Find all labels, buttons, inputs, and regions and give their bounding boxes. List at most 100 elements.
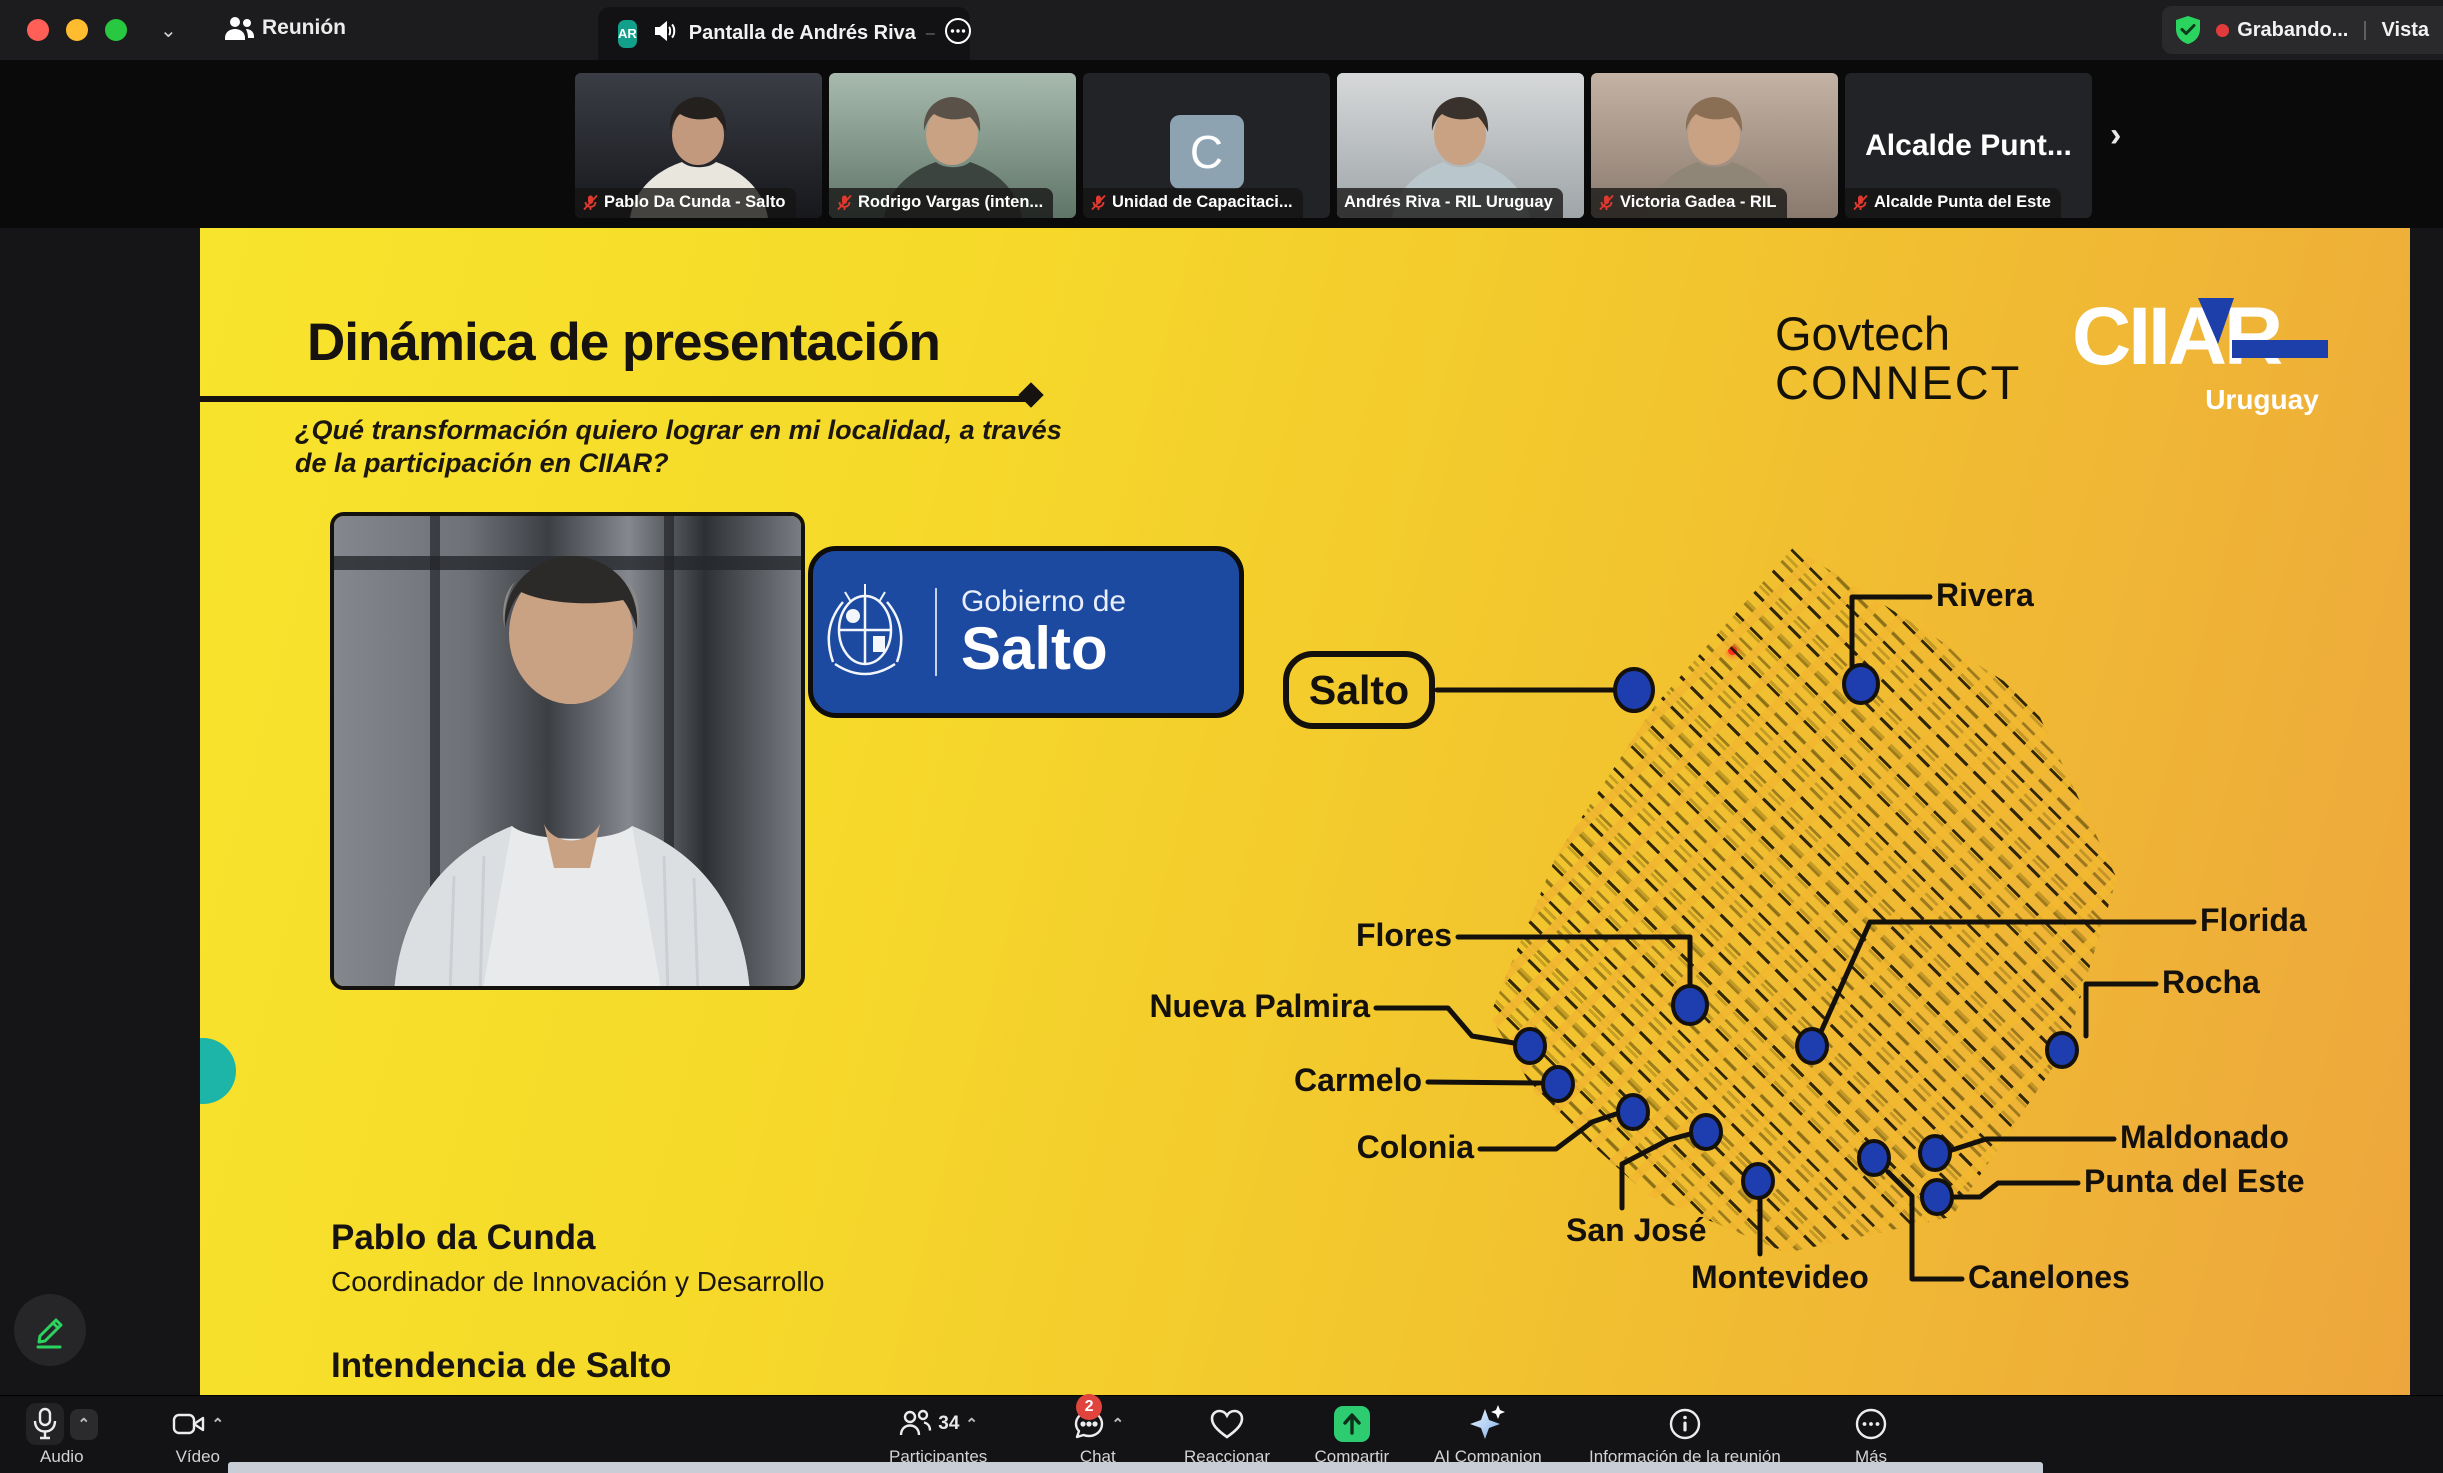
toolbar-label: Vídeo xyxy=(176,1447,220,1467)
mic-icon xyxy=(32,1407,58,1441)
toolbar-ai-companion-button[interactable]: AI Companion xyxy=(1434,1402,1542,1467)
window-zoom-button[interactable] xyxy=(105,19,127,41)
mic-off-icon xyxy=(1090,194,1107,211)
title-underline xyxy=(200,396,1032,402)
view-menu[interactable]: Vista xyxy=(2382,19,2429,42)
pencil-icon xyxy=(30,1310,70,1350)
toolbar-audio-button[interactable]: ⌃ Audio xyxy=(26,1402,99,1467)
govtech-connect-logo: Govtech CONNECT xyxy=(1775,310,2021,408)
city-label-flores: Flores xyxy=(1356,917,1452,954)
menu-bar-right: Grabando... | Vista xyxy=(2162,6,2443,54)
city-label-punta-del-este: Punta del Este xyxy=(2084,1163,2305,1200)
participant-name: Rodrigo Vargas (inten... xyxy=(858,193,1043,212)
participant-name: Victoria Gadea - RIL xyxy=(1620,193,1777,212)
city-label-montevideo: Montevideo xyxy=(1691,1259,1869,1296)
toolbar-meeting-info-button[interactable]: Información de la reunión xyxy=(1589,1402,1781,1467)
participant-filmstrip: Pablo Da Cunda - Salto Rodrigo Vargas (i… xyxy=(0,60,2443,228)
tab-more-icon[interactable] xyxy=(943,16,973,51)
participant-name: Andrés Riva - RIL Uruguay xyxy=(1344,193,1553,212)
participant-name: Alcalde Punta del Este xyxy=(1874,193,2051,212)
participants-count: 34 xyxy=(938,1413,959,1435)
ciiar-blue-wedge xyxy=(2198,298,2234,344)
chevron-down-icon[interactable]: ⌄ xyxy=(160,18,177,43)
ciiar-uruguay-label: Uruguay xyxy=(2122,384,2402,416)
tab-separator: – xyxy=(926,25,935,43)
participant-name-tag: Victoria Gadea - RIL xyxy=(1591,188,1787,218)
recording-status[interactable]: Grabando... xyxy=(2237,19,2348,42)
chevron-up-icon[interactable]: ⌃ xyxy=(1112,1415,1125,1433)
uruguay-circuit-map xyxy=(1470,540,2130,1260)
window-minimize-button[interactable] xyxy=(66,19,88,41)
avatar-letter: C xyxy=(1170,115,1244,189)
background-window-edge xyxy=(228,1462,2043,1473)
annotate-button[interactable] xyxy=(14,1294,86,1366)
sparkle-icon xyxy=(1468,1403,1508,1445)
screen-share-tab-title: Pantalla de Andrés Riva xyxy=(689,22,916,45)
city-label-nueva-palmira: Nueva Palmira xyxy=(1149,988,1370,1025)
participant-name: Pablo Da Cunda - Salto xyxy=(604,193,786,212)
participant-tiles: Pablo Da Cunda - Salto Rodrigo Vargas (i… xyxy=(575,73,2092,218)
toolbar-label: Audio xyxy=(40,1447,83,1467)
filmstrip-next-button[interactable]: › xyxy=(2104,115,2127,156)
security-shield-icon[interactable] xyxy=(2174,15,2202,45)
toolbar-share-button[interactable]: Compartir xyxy=(1315,1402,1390,1467)
city-label-carmelo: Carmelo xyxy=(1294,1062,1422,1099)
participants-icon xyxy=(898,1408,932,1440)
city-label-canelones: Canelones xyxy=(1968,1259,2130,1296)
more-icon xyxy=(1854,1407,1888,1441)
mic-off-icon xyxy=(1598,194,1615,211)
toolbar-video-button[interactable]: ⌃ Vídeo xyxy=(172,1402,225,1467)
participant-name-tag: Andrés Riva - RIL Uruguay xyxy=(1337,188,1563,218)
shared-screen-slide: Dinámica de presentación ¿Qué transforma… xyxy=(200,228,2410,1396)
salto-label: Salto xyxy=(961,619,1126,679)
camera-icon xyxy=(172,1411,206,1437)
city-label-san-jose: San José xyxy=(1566,1212,1707,1249)
city-label-rocha: Rocha xyxy=(2162,964,2260,1001)
speaker-role: Coordinador de Innovación y Desarrollo xyxy=(331,1266,824,1298)
menu-divider: | xyxy=(2362,19,2367,42)
meeting-people-icon xyxy=(222,14,256,49)
city-label-maldonado: Maldonado xyxy=(2120,1119,2289,1156)
toolbar-react-button[interactable]: Reaccionar xyxy=(1184,1402,1270,1467)
screen-share-tab[interactable]: AR Pantalla de Andrés Riva – xyxy=(598,7,970,60)
menu-bar: ⌄ Reunión AR Pantalla de Andrés Riva – xyxy=(0,0,2443,60)
city-label-colonia: Colonia xyxy=(1357,1129,1474,1166)
speaker-icon xyxy=(653,20,677,47)
window-close-button[interactable] xyxy=(27,19,49,41)
participant-tile-andrés[interactable]: Andrés Riva - RIL Uruguay xyxy=(1337,73,1584,218)
slide-subtitle: ¿Qué transformación quiero lograr en mi … xyxy=(295,414,1062,480)
participant-name-tag: Unidad de Capacitaci... xyxy=(1083,188,1303,218)
mic-off-icon xyxy=(582,194,599,211)
chevron-up-icon[interactable]: ⌃ xyxy=(78,1416,91,1433)
speaker-name: Pablo da Cunda xyxy=(331,1218,595,1258)
participant-tile-pablo[interactable]: Pablo Da Cunda - Salto xyxy=(575,73,822,218)
participant-tile-unidad[interactable]: C Unidad de Capacitaci... xyxy=(1083,73,1330,218)
slide-title: Dinámica de presentación xyxy=(307,312,940,373)
chevron-up-icon[interactable]: ⌃ xyxy=(212,1415,225,1433)
ciiar-logo: CIIAR Uruguay xyxy=(2072,296,2410,416)
speaker-organization: Intendencia de Salto xyxy=(331,1346,671,1386)
city-label-florida: Florida xyxy=(2200,902,2307,939)
badge-divider xyxy=(935,588,937,676)
heart-icon xyxy=(1209,1408,1245,1440)
toolbar-participants-button[interactable]: 34⌃Participantes xyxy=(889,1402,987,1467)
meeting-tab-label[interactable]: Reunión xyxy=(262,16,346,40)
participant-tile-victoria[interactable]: Victoria Gadea - RIL xyxy=(1591,73,1838,218)
participant-name: Unidad de Capacitaci... xyxy=(1112,193,1293,212)
toolbar-chat-button[interactable]: ⌃2Chat xyxy=(1072,1402,1125,1467)
avatar-badge: AR xyxy=(618,20,637,48)
ciiar-blue-bar xyxy=(2232,340,2328,358)
participant-tile-alcalde[interactable]: Alcalde Punt...Alcalde Punta del Este xyxy=(1845,73,2092,218)
participant-tile-rodrigo[interactable]: Rodrigo Vargas (inten... xyxy=(829,73,1076,218)
participant-name-tag: Rodrigo Vargas (inten... xyxy=(829,188,1053,218)
participant-name-tag: Pablo Da Cunda - Salto xyxy=(575,188,796,218)
chevron-up-icon[interactable]: ⌃ xyxy=(965,1415,978,1433)
zoom-meeting-window: ⌄ Reunión AR Pantalla de Andrés Riva – xyxy=(0,0,2443,1473)
mic-off-icon xyxy=(1852,194,1869,211)
toolbar-more-button[interactable]: Más xyxy=(1854,1402,1888,1467)
participant-name-tag: Alcalde Punta del Este xyxy=(1845,188,2061,218)
info-icon xyxy=(1668,1407,1702,1441)
gobierno-de-salto-badge: Gobierno de Salto xyxy=(808,546,1244,718)
title-underline-diamond xyxy=(1018,382,1043,407)
teal-accent-circle xyxy=(200,1038,236,1104)
